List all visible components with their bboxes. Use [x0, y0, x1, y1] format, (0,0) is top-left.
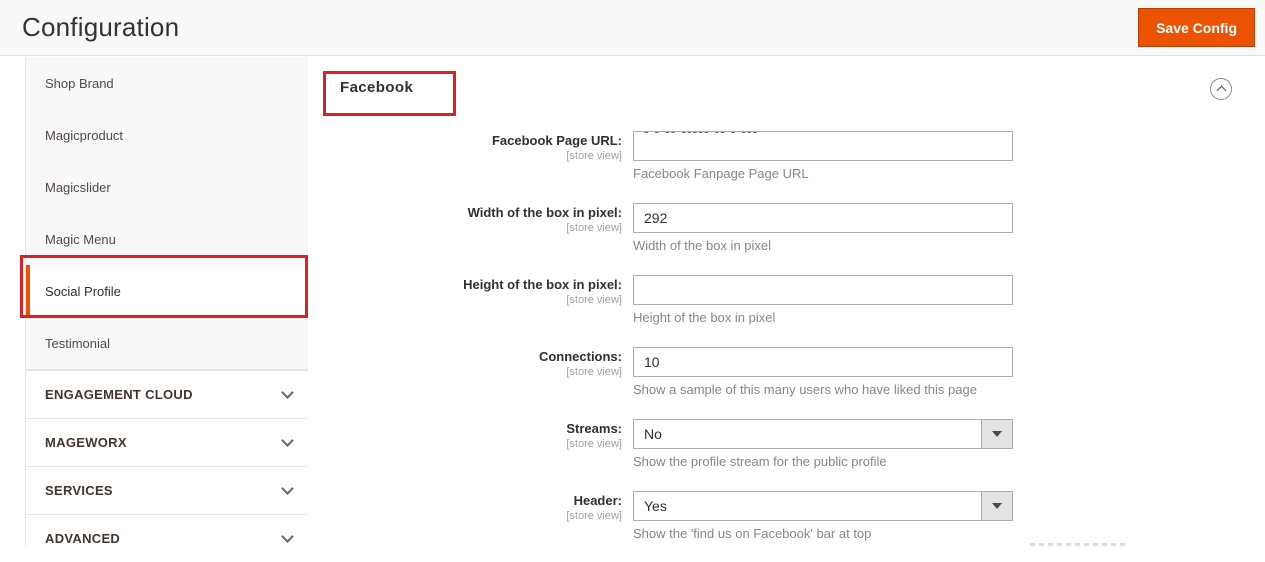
sidebar-item-label: Magicproduct: [45, 127, 124, 143]
sidebar-item-testimonial[interactable]: Testimonial: [26, 317, 308, 369]
caret-down-icon: [992, 503, 1002, 509]
field-label-cell: Header: [store view]: [309, 493, 622, 522]
field-label: Header:: [573, 493, 622, 508]
chevron-down-icon: [281, 386, 294, 399]
sidebar-section-label: ADVANCED: [45, 531, 121, 546]
select-dropdown-button[interactable]: [981, 420, 1012, 448]
sidebar-item-magicslider[interactable]: Magicslider: [26, 161, 308, 213]
select-value: Yes: [644, 498, 667, 514]
save-config-button[interactable]: Save Config: [1138, 8, 1255, 47]
field-label: Streams:: [566, 421, 622, 436]
height-input[interactable]: [633, 275, 1013, 305]
field-input-cell: Yes: [633, 491, 1013, 521]
field-label: Facebook Page URL:: [491, 133, 622, 148]
clipped-input-value: - - -- ----- -- - ---: [644, 131, 759, 139]
sidebar-item-social-profile[interactable]: Social Profile: [26, 265, 308, 317]
chevron-down-icon: [281, 482, 294, 495]
field-input-cell: [633, 347, 1013, 377]
sidebar-item-magicproduct[interactable]: Magicproduct: [26, 109, 308, 161]
field-label: Width of the box in pixel:: [467, 205, 622, 220]
field-input-cell: - - -- ----- -- - ---: [633, 131, 1013, 161]
field-label-cell: Connections: [store view]: [309, 349, 622, 378]
field-scope: [store view]: [566, 150, 622, 162]
sidebar-section-advanced[interactable]: ADVANCED: [26, 514, 308, 562]
sidebar-item-label: Social Profile: [45, 283, 121, 299]
field-scope: [store view]: [566, 294, 622, 306]
field-label-cell: Height of the box in pixel: [store view]: [309, 277, 622, 306]
field-scope: [store view]: [566, 222, 622, 234]
facebook-page-url-input[interactable]: - - -- ----- -- - ---: [633, 131, 1013, 161]
field-note: Show a sample of this many users who hav…: [633, 382, 977, 397]
sidebar-item-shop-brand[interactable]: Shop Brand: [26, 57, 308, 109]
sidebar-item-label: Magicslider: [45, 179, 111, 195]
field-note: Facebook Fanpage Page URL: [633, 166, 809, 181]
config-nav-subitems: Shop Brand Magicproduct Magicslider Magi…: [26, 57, 308, 370]
field-label-cell: Width of the box in pixel: [store view]: [309, 205, 622, 234]
page-header: Configuration Save Config: [0, 0, 1265, 56]
collapse-section-button[interactable]: [1210, 78, 1232, 100]
sidebar-item-magic-menu[interactable]: Magic Menu: [26, 213, 308, 265]
sidebar-item-label: Testimonial: [45, 335, 111, 351]
config-nav-sidebar: Shop Brand Magicproduct Magicslider Magi…: [25, 57, 308, 562]
chevron-down-icon: [281, 434, 294, 447]
field-note: Show the 'find us on Facebook' bar at to…: [633, 526, 872, 541]
field-label-cell: Streams: [store view]: [309, 421, 622, 450]
caret-down-icon: [992, 431, 1002, 437]
width-input[interactable]: [633, 203, 1013, 233]
page-title: Configuration: [22, 12, 180, 42]
field-scope: [store view]: [566, 510, 622, 522]
field-note: Height of the box in pixel: [633, 310, 776, 325]
field-input-cell: [633, 275, 1013, 305]
section-title: Facebook: [340, 79, 414, 96]
sidebar-section-mageworx[interactable]: MAGEWORX: [26, 418, 308, 466]
config-section-facebook: Facebook Facebook Page URL: [store view]…: [309, 57, 1265, 546]
field-label: Connections:: [538, 349, 622, 364]
sidebar-section-services[interactable]: SERVICES: [26, 466, 308, 514]
field-input-cell: No: [633, 419, 1013, 449]
chevron-up-icon: [1216, 85, 1226, 96]
streams-select[interactable]: No: [633, 419, 1013, 449]
field-input-cell: [633, 203, 1013, 233]
field-note: Show the profile stream for the public p…: [633, 454, 887, 469]
header-select[interactable]: Yes: [633, 491, 1013, 521]
sidebar-item-label: Magic Menu: [45, 231, 116, 247]
select-value: No: [644, 426, 662, 442]
field-note: Width of the box in pixel: [633, 238, 772, 253]
sidebar-section-engagement-cloud[interactable]: ENGAGEMENT CLOUD: [26, 370, 308, 418]
chevron-down-icon: [281, 530, 294, 543]
sidebar-section-label: MAGEWORX: [45, 435, 127, 450]
sidebar-section-label: ENGAGEMENT CLOUD: [45, 387, 193, 402]
field-scope: [store view]: [566, 438, 622, 450]
sidebar-section-label: SERVICES: [45, 483, 113, 498]
connections-input[interactable]: [633, 347, 1013, 377]
field-label-cell: Facebook Page URL: [store view]: [309, 133, 622, 162]
field-scope: [store view]: [566, 366, 622, 378]
sidebar-item-label: Shop Brand: [45, 75, 114, 91]
field-label: Height of the box in pixel:: [463, 277, 622, 292]
select-dropdown-button[interactable]: [981, 492, 1012, 520]
